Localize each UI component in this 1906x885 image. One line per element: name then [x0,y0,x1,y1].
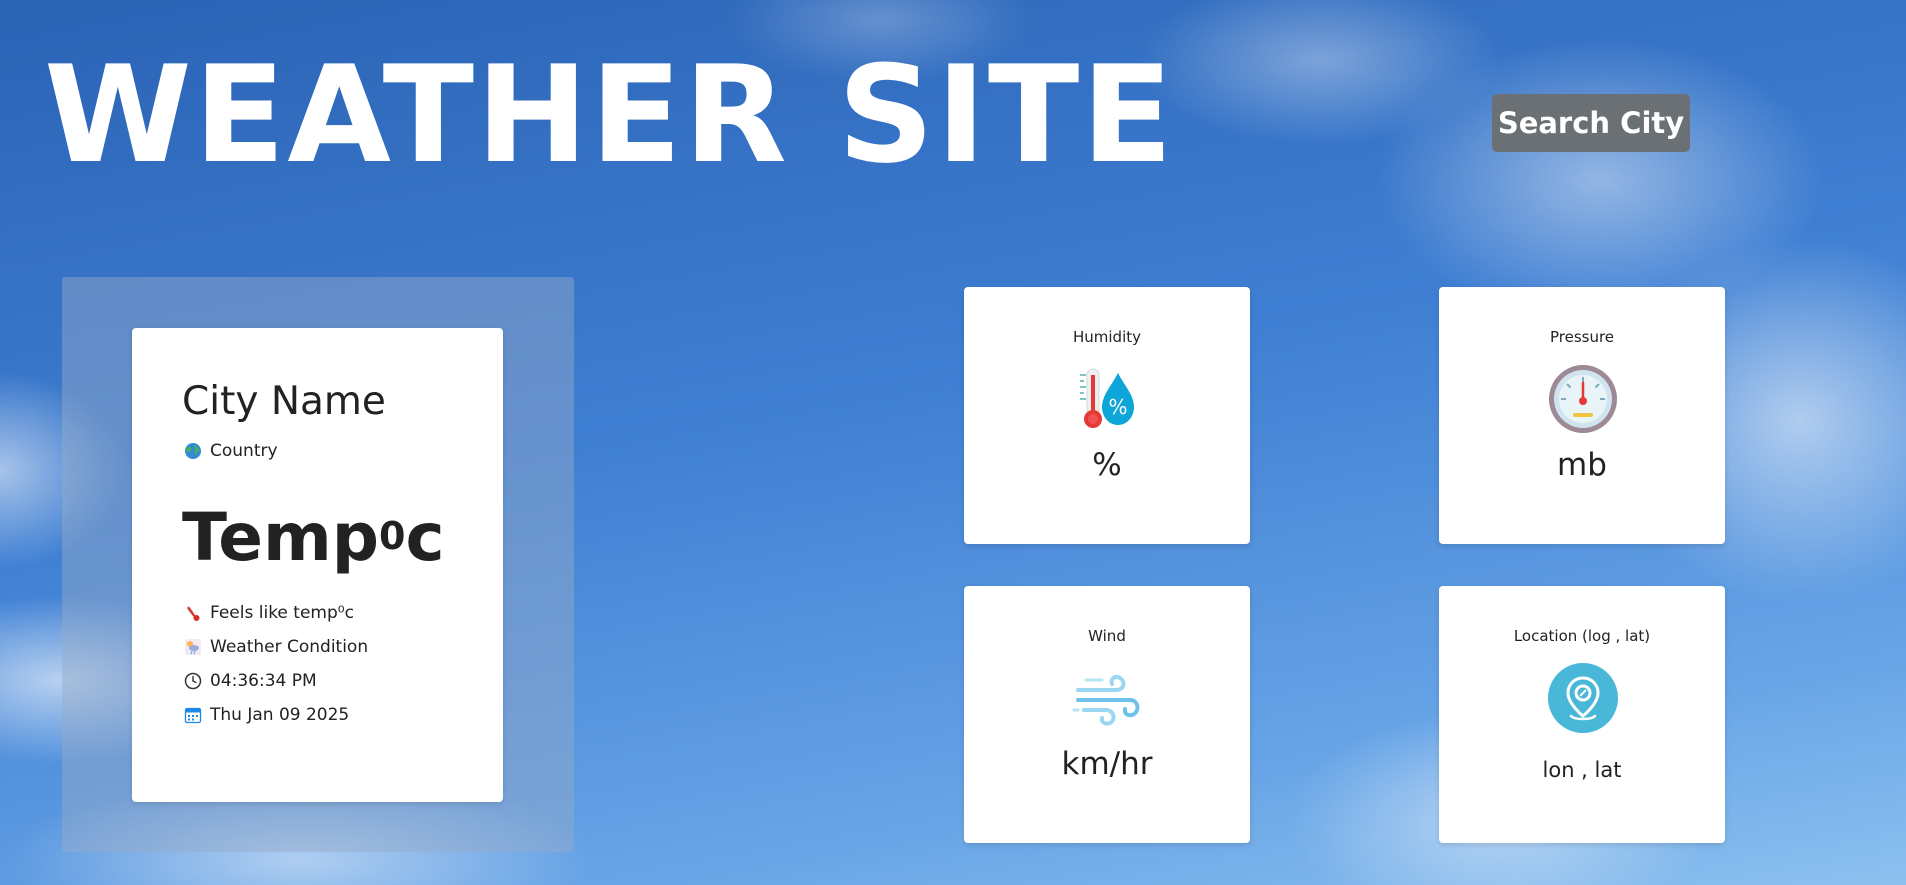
time-text: 04:36:34 PM [210,671,317,691]
city-card: City Name Country Temp0c Feels like temp… [132,328,503,802]
location-pin-icon [1547,662,1619,734]
feels-like-text: Feels like temp⁰c [210,603,354,623]
country-row: Country [184,440,278,462]
wind-label: Wind [1088,627,1126,645]
pressure-gauge-icon [1547,363,1619,435]
humidity-label: Humidity [1072,328,1141,346]
condition-row: Weather Condition [184,636,368,658]
pressure-value: mb [1557,447,1607,483]
humidity-icon: % [1072,363,1144,435]
location-card: Location (log , lat) lon , lat [1439,586,1725,843]
svg-text:%: % [1108,395,1127,419]
city-name: City Name [182,379,386,424]
date-row: Thu Jan 09 2025 [184,704,349,726]
temp-unit-letter: c [405,499,445,576]
wind-card: Wind km/hr [964,586,1250,843]
pressure-label: Pressure [1549,328,1615,346]
date-text: Thu Jan 09 2025 [210,705,350,725]
calendar-icon [184,706,202,724]
weather-icon [184,638,202,656]
country-text: Country [210,441,278,461]
search-city-button[interactable]: Search City [1492,94,1690,152]
pressure-card: Pressure mb [1439,287,1725,544]
wind-icon [1072,662,1144,734]
globe-icon [184,442,202,460]
feels-like-row: Feels like temp⁰c [184,602,354,624]
wind-value: km/hr [1061,746,1153,782]
humidity-value: % [1092,447,1122,483]
location-value: lon , lat [1542,758,1622,782]
site-title: WEATHER SITE [44,37,1175,193]
temp-value: Temp [182,499,380,576]
temperature-display: Temp0c [182,500,445,576]
thermometer-icon [184,604,202,622]
humidity-card: Humidity % % [964,287,1250,544]
main-weather-panel: City Name Country Temp0c Feels like temp… [62,277,574,852]
location-label: Location (log , lat) [1513,627,1651,645]
clock-icon [184,672,202,690]
condition-text: Weather Condition [210,637,369,657]
temp-unit-degree: 0 [379,514,406,558]
time-row: 04:36:34 PM [184,670,317,692]
